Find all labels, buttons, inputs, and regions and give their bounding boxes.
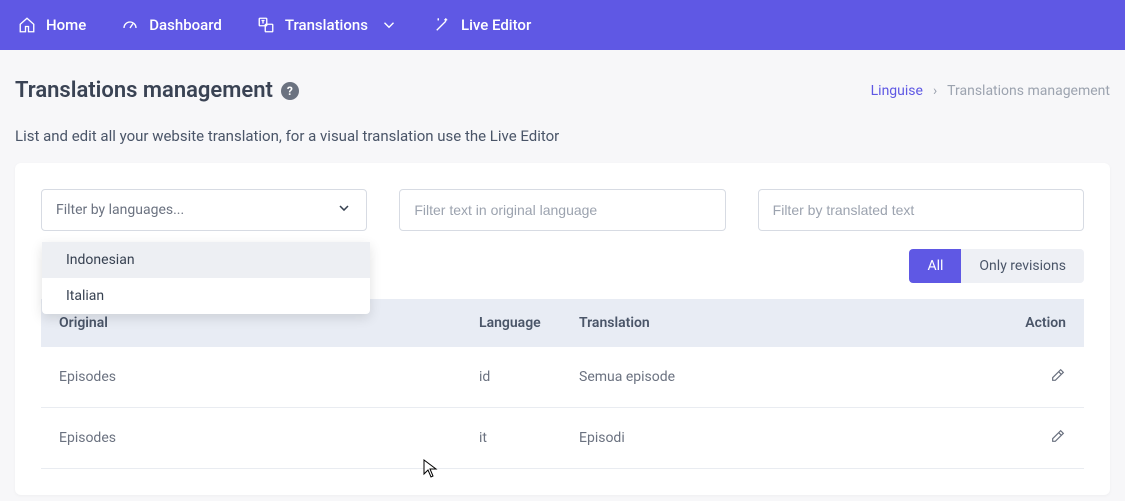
page-header: Translations management ? Linguise › Tra…: [0, 50, 1125, 113]
home-icon: [18, 16, 36, 34]
nav-home[interactable]: Home: [18, 16, 86, 34]
edit-button[interactable]: [1050, 432, 1066, 448]
cell-translation: Episodi: [561, 408, 1004, 469]
th-action: Action: [1004, 299, 1084, 347]
chevron-down-icon: [380, 16, 398, 34]
cell-language: id: [461, 347, 561, 408]
cell-language: it: [461, 408, 561, 469]
nav-dashboard-label: Dashboard: [149, 16, 222, 34]
filter-language-placeholder: Filter by languages...: [56, 202, 184, 218]
cell-translation: Semua episode: [561, 347, 1004, 408]
filters-card: Filter by languages... Indonesian Italia…: [15, 163, 1110, 495]
filters-row: Filter by languages... Indonesian Italia…: [41, 189, 1084, 231]
filter-language-select[interactable]: Filter by languages... Indonesian Italia…: [41, 189, 367, 231]
page-subtitle: List and edit all your website translati…: [0, 113, 1125, 163]
cell-original: Episodes: [41, 347, 461, 408]
filter-translated-input[interactable]: [758, 189, 1084, 231]
dropdown-item-indonesian[interactable]: Indonesian: [42, 242, 370, 278]
nav-home-label: Home: [46, 16, 86, 34]
nav-live-editor[interactable]: Live Editor: [433, 16, 531, 34]
translations-table: Original Language Translation Action Epi…: [41, 299, 1084, 469]
language-dropdown: Indonesian Italian: [42, 242, 370, 314]
translate-icon: [257, 16, 275, 34]
toggle-all[interactable]: All: [909, 249, 961, 283]
breadcrumb-current: Translations management: [947, 83, 1110, 99]
toggle-group: All Only revisions: [909, 249, 1084, 283]
th-language: Language: [461, 299, 561, 347]
th-translation: Translation: [561, 299, 1004, 347]
magic-wand-icon: [433, 16, 451, 34]
chevron-down-icon: [336, 200, 352, 220]
filter-original-input[interactable]: [399, 189, 725, 231]
nav-translations-label: Translations: [285, 16, 368, 34]
dropdown-item-italian[interactable]: Italian: [42, 278, 370, 314]
table-row: Episodes id Semua episode: [41, 347, 1084, 408]
nav-live-editor-label: Live Editor: [461, 16, 531, 34]
cell-original: Episodes: [41, 408, 461, 469]
breadcrumb: Linguise › Translations management: [871, 83, 1110, 99]
breadcrumb-sep: ›: [933, 83, 937, 99]
top-nav: Home Dashboard Translations Live Editor: [0, 0, 1125, 50]
page-title: Translations management ?: [15, 78, 299, 103]
nav-translations[interactable]: Translations: [257, 16, 398, 34]
table-row: Episodes it Episodi: [41, 408, 1084, 469]
help-icon[interactable]: ?: [281, 82, 299, 100]
breadcrumb-root[interactable]: Linguise: [871, 83, 923, 99]
edit-button[interactable]: [1050, 371, 1066, 387]
nav-dashboard[interactable]: Dashboard: [121, 16, 222, 34]
toggle-revisions[interactable]: Only revisions: [961, 249, 1084, 283]
page-title-text: Translations management: [15, 78, 273, 103]
dashboard-icon: [121, 16, 139, 34]
